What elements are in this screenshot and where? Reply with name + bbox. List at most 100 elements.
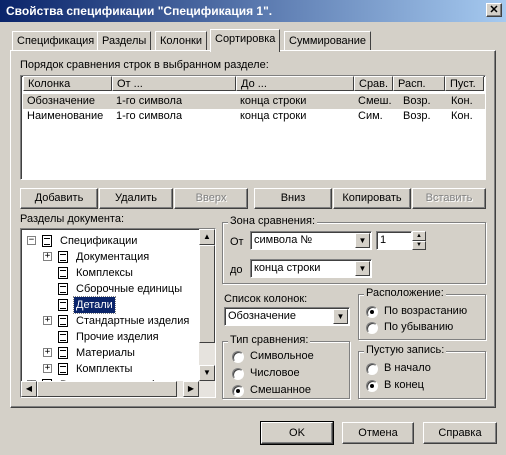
compare-zone-label: Зона сравнения: xyxy=(228,215,318,227)
radio-numeric-circle[interactable] xyxy=(232,368,244,380)
radio-at-end-circle[interactable] xyxy=(366,380,378,392)
radio-label: По возрастанию xyxy=(384,305,468,317)
radio-descending[interactable]: По убыванию xyxy=(366,321,482,335)
from-select[interactable]: символа № ▼ xyxy=(250,231,372,250)
window-title: Свойства спецификации "Спецификация 1". xyxy=(6,4,273,18)
to-label: до xyxy=(230,264,243,276)
radio-numeric[interactable]: Числовое xyxy=(232,367,342,381)
help-button[interactable]: Справка xyxy=(423,422,497,444)
cell-compare: Смеш. xyxy=(358,95,392,107)
chevron-down-icon[interactable]: ▼ xyxy=(355,233,370,248)
tree-vertical-scrollbar[interactable]: ▲ ▼ xyxy=(199,229,215,381)
cell-column: Обозначение xyxy=(27,95,96,107)
column-header-empty[interactable]: Пуст. xyxy=(445,76,484,91)
radio-symbolic[interactable]: Символьное xyxy=(232,350,342,364)
radio-at-end[interactable]: В конец xyxy=(366,379,482,393)
cancel-button[interactable]: Отмена xyxy=(342,422,414,444)
chevron-down-icon[interactable]: ▼ xyxy=(333,309,348,324)
tree-item-label: Документация xyxy=(76,251,150,263)
tree-item-label: Сборочные единицы xyxy=(76,283,183,295)
expand-icon[interactable]: + xyxy=(43,316,52,325)
scroll-thumb[interactable] xyxy=(37,381,177,397)
scroll-down-icon[interactable]: ▼ xyxy=(199,365,215,381)
move-up-button[interactable]: Вверх xyxy=(174,188,248,209)
cell-empty: Кон. xyxy=(451,110,473,122)
cell-order: Возр. xyxy=(403,95,431,107)
chevron-down-icon[interactable]: ▼ xyxy=(355,261,370,276)
document-icon xyxy=(42,235,52,247)
spin-down-icon[interactable]: ▼ xyxy=(412,241,426,250)
tab-sections[interactable]: Разделы xyxy=(97,31,152,51)
from-number-spinner[interactable]: ▲ ▼ xyxy=(412,231,426,250)
to-select[interactable]: конца строки ▼ xyxy=(250,259,372,278)
document-icon xyxy=(58,251,68,263)
document-icon xyxy=(58,347,68,359)
column-header-column[interactable]: Колонка xyxy=(23,76,112,91)
document-icon xyxy=(58,299,68,311)
cell-order: Возр. xyxy=(403,110,431,122)
tree-item-label: Детали xyxy=(73,296,116,314)
radio-label: Числовое xyxy=(250,367,300,379)
radio-label: Символьное xyxy=(250,350,314,362)
sections-tree[interactable]: − Спецификации + Документация Комплексы … xyxy=(20,228,216,398)
compare-type-label: Тип сравнения: xyxy=(228,334,311,346)
from-number-input[interactable]: 1 xyxy=(376,231,412,250)
cell-from: 1-го символа xyxy=(116,95,183,107)
from-select-value: символа № xyxy=(254,234,313,246)
radio-at-start[interactable]: В начало xyxy=(366,362,482,376)
column-header-from[interactable]: От ... xyxy=(112,76,236,91)
order-label: Расположение: xyxy=(364,287,446,299)
copy-button[interactable]: Копировать xyxy=(333,188,411,209)
delete-button[interactable]: Удалить xyxy=(99,188,173,209)
cell-column: Наименование xyxy=(27,110,104,122)
tab-columns[interactable]: Колонки xyxy=(155,31,207,51)
radio-mixed[interactable]: Смешанное xyxy=(232,384,342,398)
table-row[interactable]: Наименование 1-го символа конца строки С… xyxy=(23,109,485,124)
column-header-compare[interactable]: Срав. xyxy=(354,76,393,91)
radio-descending-circle[interactable] xyxy=(366,322,378,334)
collapse-icon[interactable]: − xyxy=(27,236,36,245)
radio-label: Смешанное xyxy=(250,384,311,396)
radio-symbolic-circle[interactable] xyxy=(232,351,244,363)
column-header-order[interactable]: Расп. xyxy=(393,76,445,91)
tree-item-label: Прочие изделия xyxy=(76,331,159,343)
document-icon xyxy=(58,315,68,327)
tree-item-label: Стандартные изделия xyxy=(76,315,190,327)
ok-button[interactable]: OK xyxy=(260,421,334,445)
add-button[interactable]: Добавить xyxy=(20,188,98,209)
column-header-to[interactable]: До ... xyxy=(236,76,354,91)
scroll-left-icon[interactable]: ◀ xyxy=(21,381,37,397)
document-icon xyxy=(58,331,68,343)
expand-icon[interactable]: + xyxy=(43,348,52,357)
move-down-button[interactable]: Вниз xyxy=(254,188,332,209)
cell-to: конца строки xyxy=(240,95,307,107)
radio-ascending[interactable]: По возрастанию xyxy=(366,305,482,319)
column-list-select[interactable]: Обозначение ▼ xyxy=(224,307,350,326)
spin-up-icon[interactable]: ▲ xyxy=(412,231,426,241)
close-icon: ✕ xyxy=(489,4,499,16)
scroll-thumb[interactable] xyxy=(199,245,215,343)
column-list-value: Обозначение xyxy=(228,310,297,322)
radio-at-start-circle[interactable] xyxy=(366,363,378,375)
tab-specification[interactable]: Спецификация xyxy=(12,31,100,51)
expand-icon[interactable]: + xyxy=(43,364,52,373)
document-icon xyxy=(58,363,68,375)
radio-mixed-circle[interactable] xyxy=(232,385,244,397)
scroll-right-icon[interactable]: ▶ xyxy=(183,381,199,397)
tab-sorting[interactable]: Сортировка xyxy=(210,29,281,52)
expand-icon[interactable]: + xyxy=(43,252,52,261)
title-bar: Свойства спецификации "Спецификация 1". xyxy=(0,0,506,22)
scroll-up-icon[interactable]: ▲ xyxy=(199,229,215,245)
table-row[interactable]: Обозначение 1-го символа конца строки См… xyxy=(23,94,485,109)
paste-button[interactable]: Вставить xyxy=(412,188,486,209)
document-icon xyxy=(58,283,68,295)
sort-table[interactable]: Колонка От ... До ... Срав. Расп. Пуст. … xyxy=(20,75,486,180)
cell-compare: Сим. xyxy=(358,110,383,122)
to-select-value: конца строки xyxy=(254,262,321,274)
close-button[interactable]: ✕ xyxy=(486,3,502,17)
radio-ascending-circle[interactable] xyxy=(366,306,378,318)
tree-horizontal-scrollbar[interactable]: ◀ ▶ xyxy=(21,381,215,397)
tab-summation[interactable]: Суммирование xyxy=(284,31,371,51)
from-label: От xyxy=(230,236,244,248)
cell-from: 1-го символа xyxy=(116,110,183,122)
